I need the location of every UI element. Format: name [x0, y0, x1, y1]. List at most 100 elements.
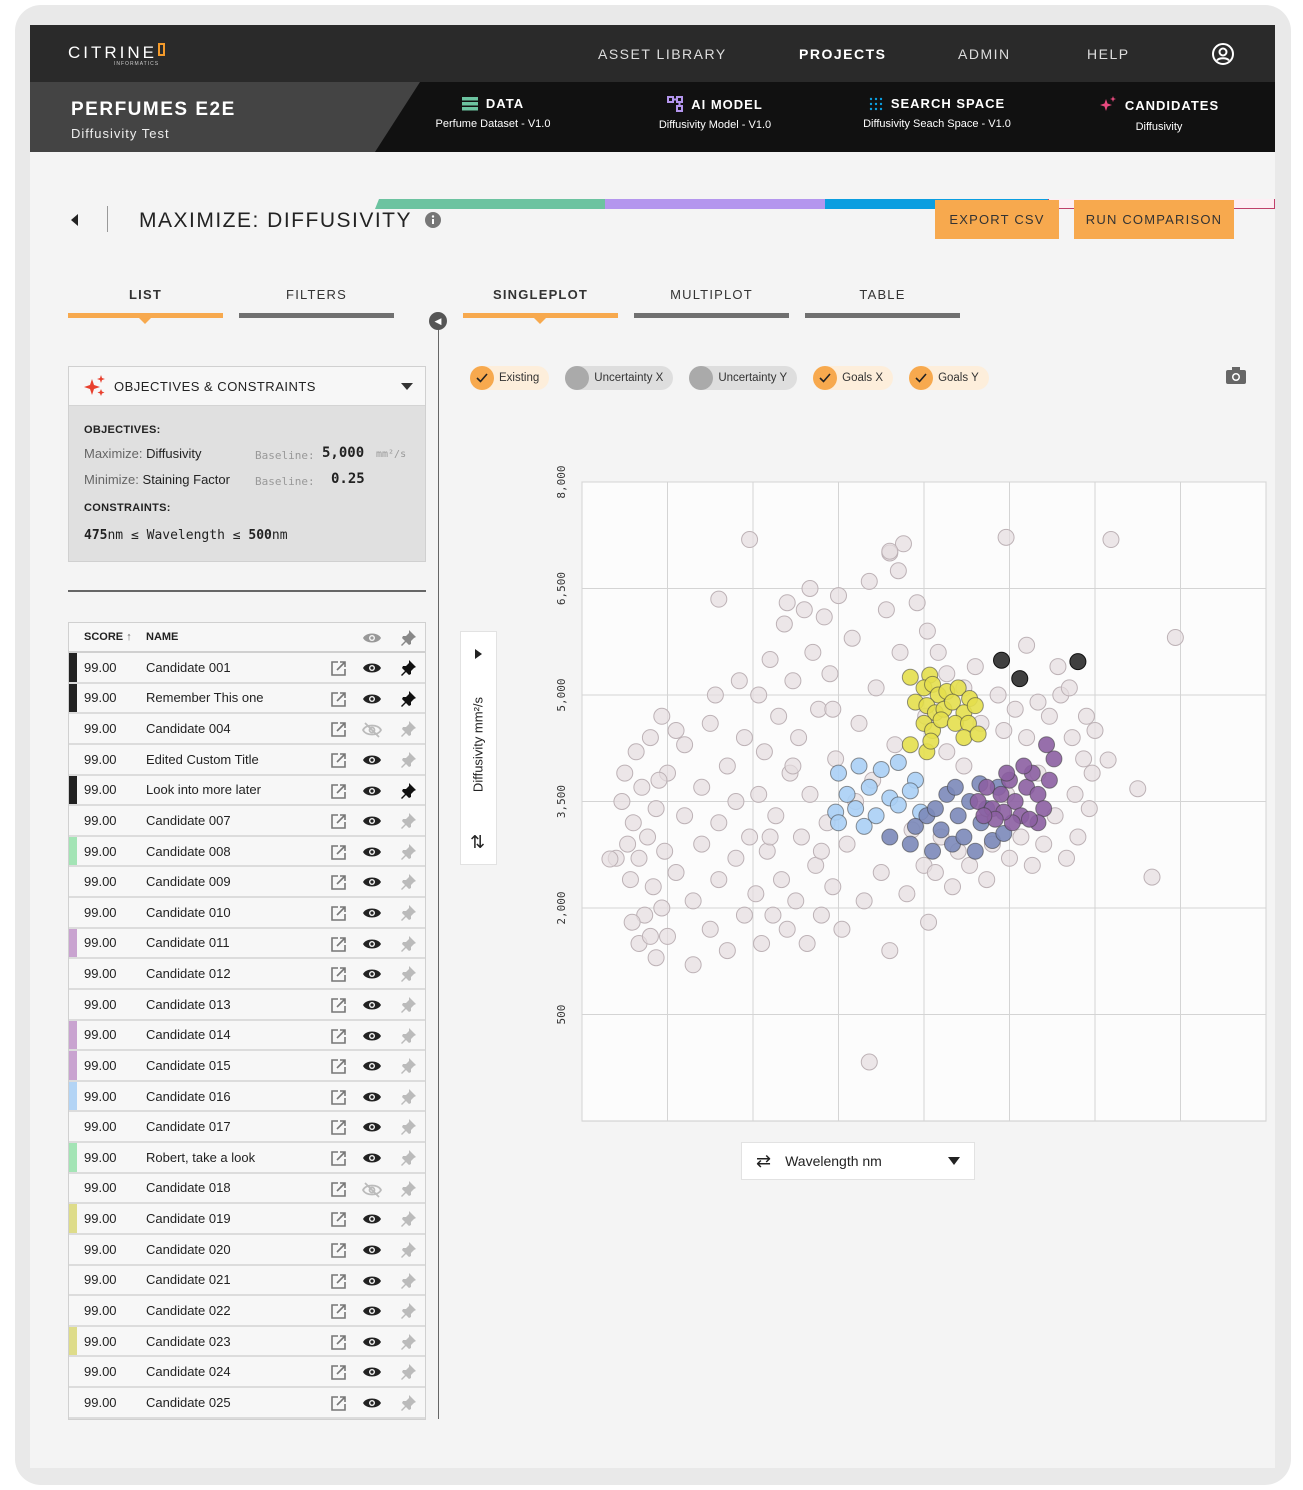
external-link-icon[interactable] — [330, 1334, 347, 1354]
tab-list[interactable]: LIST — [68, 287, 223, 324]
row-name[interactable]: Look into more later — [146, 782, 261, 797]
pin-icon[interactable] — [399, 659, 417, 680]
nav-projects[interactable]: PROJECTS — [799, 46, 886, 62]
step-data[interactable]: DATA Perfume Dataset - V1.0 — [383, 96, 603, 130]
row-name[interactable]: Candidate 023 — [146, 1334, 231, 1349]
pin-icon[interactable] — [399, 629, 417, 650]
pin-icon[interactable] — [399, 720, 417, 741]
eye-off-icon[interactable] — [361, 1181, 383, 1201]
external-link-icon[interactable] — [330, 1211, 347, 1231]
table-row[interactable]: 99.00 Candidate 008 — [69, 836, 425, 868]
eye-icon[interactable] — [362, 1274, 382, 1291]
eye-icon[interactable] — [362, 692, 382, 709]
pin-icon[interactable] — [399, 1272, 417, 1293]
row-name[interactable]: Candidate 021 — [146, 1272, 231, 1287]
pin-icon[interactable] — [399, 1363, 417, 1384]
collapse-panel-button[interactable]: ◀ — [429, 312, 447, 330]
eye-icon[interactable] — [362, 1365, 382, 1382]
pin-icon[interactable] — [399, 873, 417, 894]
row-name[interactable]: Candidate 011 — [146, 935, 230, 950]
external-link-icon[interactable] — [330, 1181, 347, 1201]
external-link-icon[interactable] — [330, 844, 347, 864]
external-link-icon[interactable] — [330, 1028, 347, 1048]
table-row[interactable]: 99.00 Candidate 024 — [69, 1357, 425, 1388]
eye-icon[interactable] — [362, 661, 382, 678]
toggle-chip[interactable]: Goals X — [813, 366, 894, 390]
table-row[interactable]: 99.00 Candidate 009 — [69, 867, 425, 898]
row-name[interactable]: Candidate 008 — [146, 844, 231, 859]
eye-icon[interactable] — [362, 814, 382, 831]
toggle-chip[interactable]: Uncertainty X — [565, 366, 674, 390]
pin-icon[interactable] — [399, 1210, 417, 1231]
external-link-icon[interactable] — [330, 783, 347, 803]
table-row[interactable]: 99.00 Candidate 021 — [69, 1265, 425, 1297]
row-name[interactable]: Candidate 022 — [146, 1303, 231, 1318]
score-column-header[interactable]: SCORE ↑ — [84, 631, 132, 643]
row-name[interactable]: Candidate 014 — [146, 1027, 231, 1042]
eye-icon[interactable] — [362, 875, 382, 892]
name-column-header[interactable]: NAME — [146, 631, 178, 643]
table-row[interactable]: 99.00 Candidate 011 — [69, 928, 425, 960]
row-name[interactable]: Candidate 013 — [146, 997, 231, 1012]
row-name[interactable]: Edited Custom Title — [146, 752, 259, 767]
eye-icon[interactable] — [362, 1090, 382, 1107]
table-row[interactable]: 99.00 Edited Custom Title — [69, 744, 425, 776]
export-csv-button[interactable]: EXPORT CSV — [935, 200, 1059, 239]
eye-icon[interactable] — [362, 845, 382, 862]
chevron-down-icon[interactable] — [401, 383, 413, 396]
table-row[interactable]: 99.00 Candidate 007 — [69, 806, 425, 837]
pin-icon[interactable] — [399, 1149, 417, 1170]
row-name[interactable]: Candidate 007 — [146, 813, 231, 828]
table-row[interactable]: 99.00 Candidate 018 — [69, 1173, 425, 1205]
external-link-icon[interactable] — [330, 1058, 347, 1078]
external-link-icon[interactable] — [330, 1089, 347, 1109]
eye-icon[interactable] — [362, 1335, 382, 1352]
pin-icon[interactable] — [399, 812, 417, 833]
external-link-icon[interactable] — [330, 1303, 347, 1323]
info-icon[interactable] — [425, 212, 441, 233]
row-name[interactable]: Candidate 004 — [146, 721, 231, 736]
panel-divider[interactable] — [438, 321, 439, 1419]
eye-icon[interactable] — [362, 1151, 382, 1168]
external-link-icon[interactable] — [330, 874, 347, 894]
pin-icon[interactable] — [399, 751, 417, 772]
row-name[interactable]: Robert, take a look — [146, 1150, 255, 1165]
external-link-icon[interactable] — [330, 905, 347, 925]
table-row[interactable]: 99.00 Look into more later — [69, 775, 425, 807]
tab-singleplot[interactable]: SINGLEPLOT — [463, 287, 618, 324]
eye-icon[interactable] — [362, 1396, 382, 1413]
table-row[interactable]: 99.00 Candidate 025 — [69, 1388, 425, 1419]
pin-icon[interactable] — [399, 1088, 417, 1109]
eye-icon[interactable] — [362, 753, 382, 770]
table-row[interactable]: 99.00 Candidate 016 — [69, 1081, 425, 1113]
table-row[interactable]: 99.00 Candidate 020 — [69, 1234, 425, 1266]
eye-icon[interactable] — [362, 631, 382, 648]
toggle-chip[interactable]: Uncertainty Y — [689, 366, 798, 390]
eye-icon[interactable] — [362, 967, 382, 984]
external-link-icon[interactable] — [330, 1395, 347, 1415]
x-axis-selector[interactable]: ⇄ Wavelength nm — [741, 1142, 975, 1180]
external-link-icon[interactable] — [330, 1119, 347, 1139]
external-link-icon[interactable] — [330, 813, 347, 833]
pin-icon[interactable] — [399, 1027, 417, 1048]
back-button[interactable] — [70, 213, 80, 232]
eye-icon[interactable] — [362, 937, 382, 954]
table-row[interactable]: 99.00 Candidate 023 — [69, 1326, 425, 1358]
row-name[interactable]: Remember This one — [146, 690, 264, 705]
camera-icon[interactable] — [1225, 367, 1247, 390]
pin-icon[interactable] — [399, 935, 417, 956]
eye-icon[interactable] — [362, 998, 382, 1015]
toggle-chip[interactable]: Goals Y — [909, 366, 989, 390]
table-row[interactable]: 99.00 Candidate 001 — [69, 653, 425, 684]
table-row[interactable]: 99.00 Robert, take a look — [69, 1143, 425, 1174]
pin-icon[interactable] — [399, 1302, 417, 1323]
table-row[interactable]: 99.00 Candidate 015 — [69, 1051, 425, 1082]
eye-icon[interactable] — [362, 906, 382, 923]
objectives-header[interactable]: OBJECTIVES & CONSTRAINTS — [69, 367, 425, 406]
pin-icon[interactable] — [399, 996, 417, 1017]
eye-icon[interactable] — [362, 1304, 382, 1321]
table-row[interactable]: 99.00 Candidate 014 — [69, 1020, 425, 1052]
row-name[interactable]: Candidate 015 — [146, 1058, 231, 1073]
table-row[interactable]: 99.00 Candidate 012 — [69, 959, 425, 990]
external-link-icon[interactable] — [330, 966, 347, 986]
